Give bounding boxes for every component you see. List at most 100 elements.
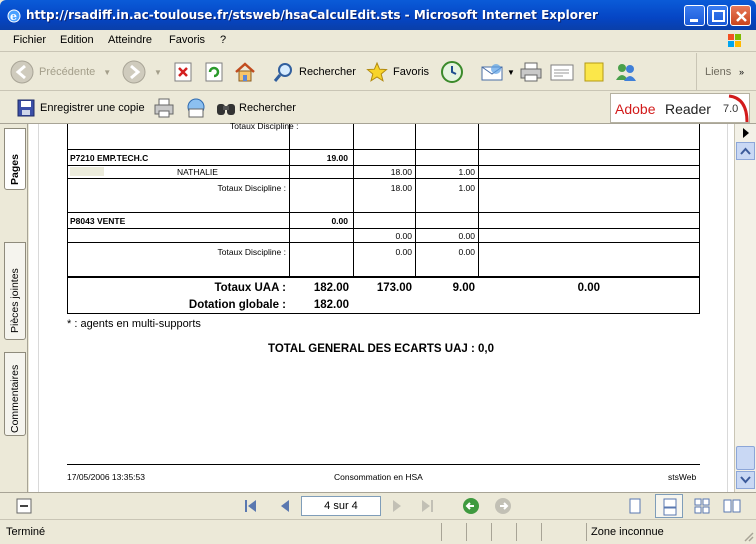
page-menu-arrow-icon[interactable] [739,126,753,140]
go-back-view-icon[interactable] [462,497,480,515]
p8043-totals-label: Totaux Discipline : [217,247,286,257]
back-dropdown-icon[interactable]: ▼ [103,68,111,77]
history-button[interactable] [440,59,464,85]
tab-pages[interactable]: Pages [4,128,26,190]
continuous-page-icon [663,498,677,516]
home-icon [235,62,255,82]
forward-button[interactable]: ▼ [122,59,162,85]
navigation-pane-tabs: Pages Pièces jointes Commentaires [0,124,28,492]
forward-dropdown-icon[interactable]: ▼ [154,68,162,77]
tab-attachments[interactable]: Pièces jointes [4,242,26,340]
scroll-down-button[interactable] [736,471,755,489]
go-forward-view-icon[interactable] [494,497,512,515]
stop-icon [174,62,192,82]
save-copy-label: Enregistrer une copie [40,102,145,114]
uaa-total-v1: 182.00 [313,282,349,294]
reader-toolbar: Enregistrer une copie Rechercher Adobe R… [0,91,756,124]
window-titlebar: e http://rsadiff.in.ac-toulouse.fr/stswe… [0,0,756,30]
edit-button[interactable] [549,59,575,85]
security-zone: Zone inconnue [591,526,664,538]
reader-email-button[interactable] [185,95,207,121]
note-button[interactable] [583,59,605,85]
scroll-up-button[interactable] [736,142,755,160]
first-page-icon[interactable] [243,498,259,514]
refresh-icon [205,62,223,82]
vertical-scrollbar[interactable] [734,124,756,492]
links-label[interactable]: Liens [705,59,731,85]
tab-pages-label: Pages [9,154,21,185]
search-label: Rechercher [299,66,356,78]
p8043-totals-v1: 0.00 [395,247,412,257]
partial-totals-label: Totaux Discipline : [230,121,299,131]
back-arrow-icon [10,60,34,84]
browser-toolbar: Précédente ▼ ▼ Rechercher Favoris ▼ Lien [0,53,756,91]
p7210-totals-v1: 18.00 [390,183,412,193]
dotation-value: 182.00 [313,299,349,311]
mail-dropdown-icon[interactable]: ▼ [507,68,515,77]
tab-attachments-label: Pièces jointes [9,268,21,333]
p8043-v2: 0.00 [458,231,475,241]
adobe-swoosh-icon [728,94,749,123]
scroll-thumb[interactable] [736,446,755,470]
previous-page-icon[interactable] [277,498,293,514]
close-window-button[interactable] [730,5,751,26]
resize-grip-icon[interactable] [742,530,754,542]
p7210-title: P7210 EMP.TECH.C [70,153,149,163]
favorites-star-icon [366,61,388,82]
svg-text:e: e [10,10,17,23]
mail-icon [481,64,503,81]
messenger-button[interactable] [613,59,639,85]
chevron-up-icon [740,147,751,155]
maximize-button[interactable] [707,5,728,26]
p8043-totals-v2: 0.00 [458,247,475,257]
continuous-facing-icon[interactable] [723,498,741,514]
page-number-field[interactable]: 4 sur 4 [301,496,381,516]
reader-print-button[interactable] [153,95,175,121]
search-button[interactable]: Rechercher [273,59,356,85]
panel-toggle-icon[interactable] [16,498,32,514]
print-button[interactable] [519,59,543,85]
close-icon [736,11,747,22]
p7210-totals-label: Totaux Discipline : [217,183,286,193]
tab-comments[interactable]: Commentaires [4,352,26,436]
p7210-totals-v2: 1.00 [458,183,475,193]
last-page-icon[interactable] [419,498,435,514]
minimize-button[interactable] [684,5,705,26]
edit-document-icon [550,64,574,81]
back-button[interactable]: Précédente ▼ [10,59,111,85]
facing-pages-icon[interactable] [694,498,710,514]
window-title: http://rsadiff.in.ac-toulouse.fr/stsweb/… [26,8,598,22]
next-page-icon[interactable] [389,498,405,514]
sticky-note-icon [584,62,604,82]
menu-atteindre[interactable]: Atteindre [108,34,152,46]
reader-search-button[interactable]: Rechercher [215,95,296,121]
menu-help[interactable]: ? [220,34,226,46]
printer-icon [154,98,174,118]
continuous-view-button[interactable] [655,494,683,518]
stop-button[interactable] [172,59,194,85]
maximize-icon [712,10,725,22]
forward-arrow-icon [122,60,146,84]
adobe-reader-logo: Adobe Reader 7.0 [610,93,750,123]
uaa-total-v3: 9.00 [452,282,475,294]
menu-fichier[interactable]: Fichier [13,34,46,46]
menu-edition[interactable]: Edition [60,34,94,46]
menu-favoris[interactable]: Favoris [169,34,205,46]
footer-right: stsWeb [668,472,697,482]
toolbar-overflow-icon[interactable]: » [739,59,744,85]
single-page-view-icon[interactable] [627,498,643,514]
history-icon [441,61,463,83]
nathalie-v1: 18.00 [390,167,412,177]
mail-button[interactable]: ▼ [480,59,515,85]
favorites-label: Favoris [393,66,430,78]
save-copy-button[interactable]: Enregistrer une copie [16,95,145,121]
favorites-button[interactable]: Favoris [366,59,429,85]
binoculars-icon [217,104,235,115]
uaa-total-v4: 0.00 [577,282,600,294]
home-button[interactable] [233,59,257,85]
reader-search-label: Rechercher [239,102,296,114]
ie-logo-icon: e [7,9,21,23]
refresh-button[interactable] [203,59,225,85]
p8043-value: 0.00 [331,216,348,226]
page-navigation-bar: 4 sur 4 [0,492,756,519]
